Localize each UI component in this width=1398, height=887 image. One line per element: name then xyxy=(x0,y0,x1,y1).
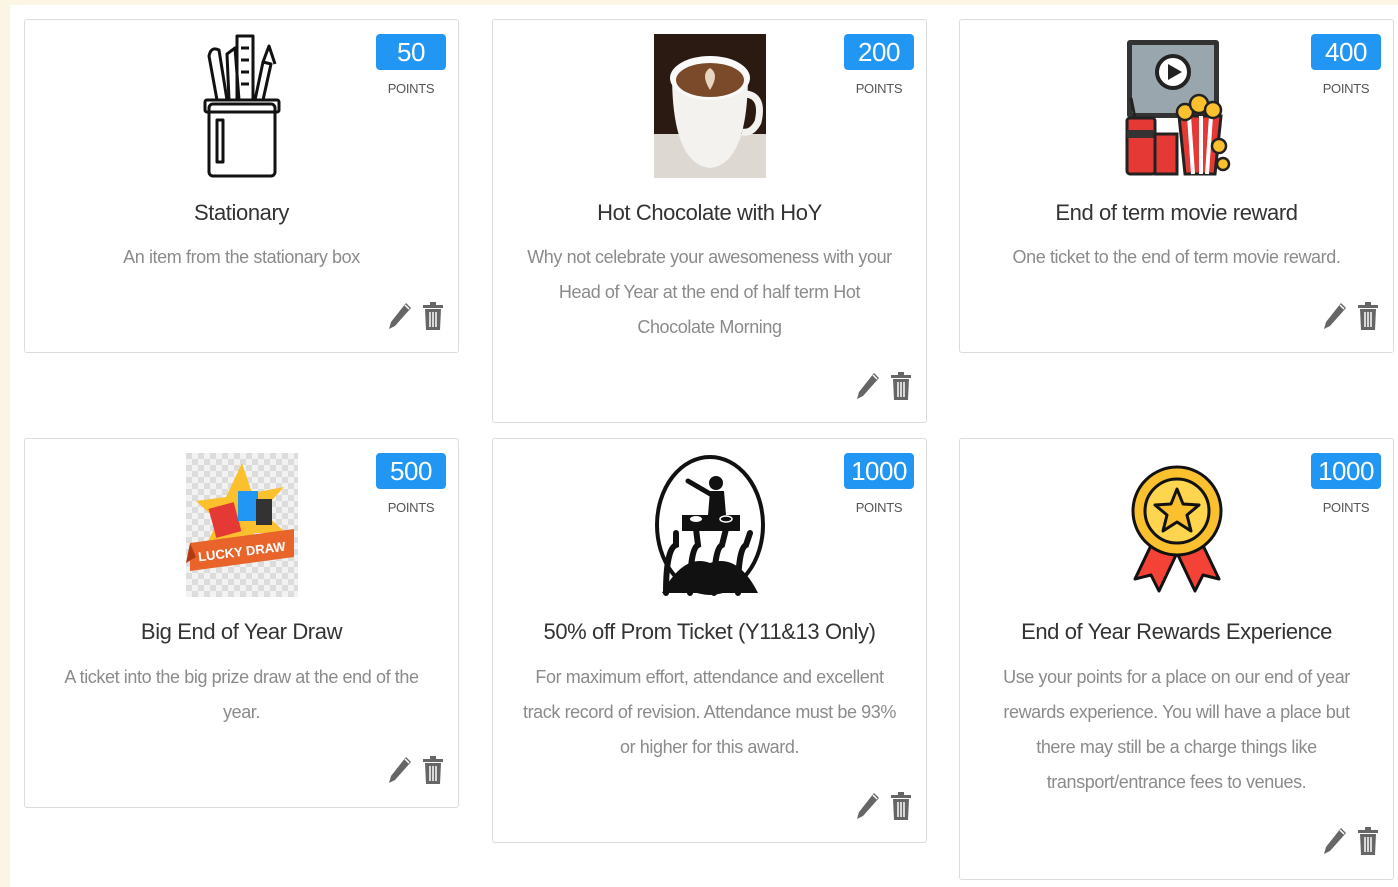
points-badge: 500 xyxy=(376,453,446,489)
reward-description: One ticket to the end of term movie rewa… xyxy=(1012,247,1341,267)
reward-card-hot-chocolate: 200 POINTS Hot Chocolate with HoY Why no… xyxy=(492,19,927,423)
hot-chocolate-photo xyxy=(653,34,766,178)
reward-card-movie: 400 POINTS End of term movie reward One … xyxy=(959,19,1394,353)
edit-pencil-icon[interactable] xyxy=(388,755,412,790)
points-badge: 400 xyxy=(1311,34,1381,70)
reward-title: Hot Chocolate with HoY xyxy=(597,200,822,225)
reward-title: End of term movie reward xyxy=(1055,200,1298,225)
movie-popcorn-icon xyxy=(1121,34,1233,178)
edit-pencil-icon[interactable] xyxy=(856,371,880,406)
points-badge: 1000 xyxy=(1311,453,1381,489)
reward-description: For maximum effort, attendance and excel… xyxy=(522,667,896,757)
card-actions xyxy=(384,755,444,789)
delete-trash-icon[interactable] xyxy=(422,755,444,790)
edit-pencil-icon[interactable] xyxy=(1323,826,1347,861)
points-badge: 200 xyxy=(844,34,914,70)
delete-trash-icon[interactable] xyxy=(1357,826,1379,861)
card-actions xyxy=(852,371,912,405)
card-actions xyxy=(1319,826,1379,860)
reward-card-big-draw: LUCKY DRAW 500 POINTS Big End of Year Dr… xyxy=(24,438,459,808)
reward-description: An item from the stationary box xyxy=(123,247,360,267)
reward-description: Why not celebrate your awesomeness with … xyxy=(527,247,892,337)
card-actions xyxy=(1319,301,1379,335)
pencil-cup-icon xyxy=(186,34,298,178)
points-label: POINTS xyxy=(855,81,903,96)
card-actions xyxy=(852,791,912,825)
reward-card-stationary: 50 POINTS Stationary An item from the st… xyxy=(24,19,459,353)
delete-trash-icon[interactable] xyxy=(890,371,912,406)
award-medal-icon xyxy=(1121,453,1233,597)
reward-title: Big End of Year Draw xyxy=(140,619,343,644)
points-label: POINTS xyxy=(1322,500,1370,515)
delete-trash-icon[interactable] xyxy=(1357,301,1379,336)
edit-pencil-icon[interactable] xyxy=(1323,301,1347,336)
points-badge: 50 xyxy=(376,34,446,70)
edit-pencil-icon[interactable] xyxy=(388,301,412,336)
reward-card-rewards-experience: 1000 POINTS End of Year Rewards Experien… xyxy=(959,438,1394,880)
card-actions xyxy=(384,301,444,335)
points-label: POINTS xyxy=(387,81,435,96)
reward-card-prom: 1000 POINTS 50% off Prom Ticket (Y11&13 … xyxy=(492,438,927,843)
rewards-grid: 50 POINTS Stationary An item from the st… xyxy=(10,5,1398,887)
reward-description: A ticket into the big prize draw at the … xyxy=(64,667,419,722)
delete-trash-icon[interactable] xyxy=(890,791,912,826)
points-label: POINTS xyxy=(1322,81,1370,96)
reward-title: Stationary xyxy=(193,200,290,225)
delete-trash-icon[interactable] xyxy=(422,301,444,336)
reward-title: End of Year Rewards Experience xyxy=(1021,619,1332,644)
reward-title: 50% off Prom Ticket (Y11&13 Only) xyxy=(543,619,876,644)
edit-pencil-icon[interactable] xyxy=(856,791,880,826)
reward-description: Use your points for a place on our end o… xyxy=(1003,667,1350,792)
lucky-draw-icon: LUCKY DRAW xyxy=(185,453,298,597)
dj-crowd-icon xyxy=(654,453,766,597)
points-badge: 1000 xyxy=(844,453,914,489)
points-label: POINTS xyxy=(387,500,435,515)
points-label: POINTS xyxy=(855,500,903,515)
